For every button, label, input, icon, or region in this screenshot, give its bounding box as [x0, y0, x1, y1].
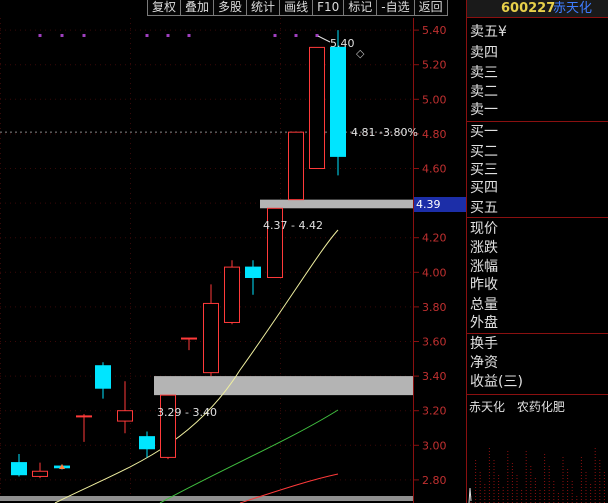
price-tick-label: 4.60: [422, 163, 447, 176]
candle-body: [245, 266, 261, 278]
price-tick-label: 4.80: [422, 128, 447, 141]
candle-body: [117, 410, 133, 422]
event-marker: [145, 34, 149, 37]
price-tick-label: 5.40: [422, 24, 447, 37]
peak-pointer: [317, 35, 331, 43]
candle-body: [139, 436, 155, 450]
buy1-label: 买一: [470, 124, 498, 140]
turnover-label: 换手: [470, 336, 498, 352]
divider: [467, 217, 608, 218]
event-marker: [82, 34, 86, 37]
mini-line: [468, 487, 472, 503]
gap1-label: 4.37 - 4.42: [263, 219, 323, 232]
stock-code: 600227: [501, 1, 556, 16]
candle-body: [309, 46, 325, 169]
gap2-label: 3.29 - 3.40: [157, 406, 217, 419]
divider: [467, 121, 608, 122]
current-price-label: 现价: [470, 221, 498, 237]
event-marker: [294, 34, 298, 37]
candle-body: [76, 415, 92, 418]
price-tick-label: 5.20: [422, 59, 447, 72]
buy4-label: 买四: [470, 180, 498, 196]
event-marker: [166, 34, 170, 37]
kline-chart[interactable]: ◇ 5.405.205.004.804.604.404.204.003.803.…: [0, 0, 466, 503]
candle-body: [181, 337, 197, 340]
current-price-tag: 4.39: [414, 197, 466, 212]
price-tick-label: 3.20: [422, 405, 447, 418]
buy5-label: 买五: [470, 200, 498, 216]
candle-body: [32, 470, 48, 477]
price-tick-label: 3.60: [422, 336, 447, 349]
price-tick-label: 5.00: [422, 93, 447, 106]
divider: [467, 333, 608, 334]
quote-panel: 600227 赤天化 卖五¥ 卖四 卖三 卖二 卖一 买一 买二 买三 买四 买…: [466, 0, 608, 503]
event-marker: [273, 34, 277, 37]
candle-body: [224, 266, 240, 323]
price-tick-label: 4.20: [422, 232, 447, 245]
buy2-label: 买二: [470, 144, 498, 160]
gap-zone-bottom: [0, 496, 413, 501]
candle-body: [203, 302, 219, 374]
candle-body: [160, 394, 176, 458]
mini-volume-chart: [468, 446, 605, 503]
sell2-label: 卖二: [470, 84, 498, 100]
quote-header: 600227 赤天化: [467, 0, 608, 18]
candle-body: [95, 365, 111, 389]
sell1-label: 卖一: [470, 102, 498, 118]
chart-grid: [0, 18, 413, 503]
earnings-label: 收益(三): [470, 374, 523, 390]
event-marker: [187, 34, 191, 37]
price-tick-label: 3.80: [422, 301, 447, 314]
event-marker: [60, 34, 64, 37]
gap-zone: [260, 199, 413, 209]
gap-zone: [154, 376, 413, 396]
last-close-label: 4.81 -3.80%: [351, 126, 418, 139]
event-marker: [38, 34, 42, 37]
sell5-label: 卖五¥: [470, 24, 507, 40]
price-tick-label: 2.80: [422, 474, 447, 487]
sell4-label: 卖四: [470, 45, 498, 61]
price-tick-label: 3.00: [422, 439, 447, 452]
buy3-label: 买三: [470, 162, 498, 178]
outer-volume-label: 外盘: [470, 315, 498, 331]
candle-body: [288, 131, 304, 201]
change-percent-label: 涨幅: [470, 259, 498, 275]
price-axis: 5.405.205.004.804.604.404.204.003.803.60…: [413, 18, 447, 503]
price-tick-label: 3.40: [422, 370, 447, 383]
price-tick-label: 4.00: [422, 266, 447, 279]
peak-label: 5.40: [330, 37, 355, 50]
diamond-icon: ◇: [356, 47, 365, 60]
candle-body: [330, 46, 346, 157]
sector-industry[interactable]: 农药化肥: [517, 400, 565, 414]
net-assets-label: 净资: [470, 355, 498, 371]
sell3-label: 卖三: [470, 65, 498, 81]
sector-stock-name[interactable]: 赤天化: [469, 400, 505, 414]
candle-body: [11, 462, 27, 476]
ma10-line: [159, 409, 339, 503]
divider: [467, 394, 608, 395]
prev-close-label: 昨收: [470, 277, 498, 293]
change-label: 涨跌: [470, 240, 498, 256]
volume-label: 总量: [470, 297, 498, 313]
stock-name[interactable]: 赤天化: [553, 0, 592, 17]
